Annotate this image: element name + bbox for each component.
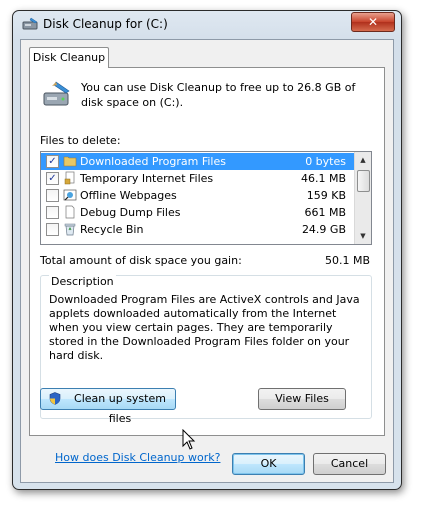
document-lock-icon: [63, 171, 77, 185]
file-name: Offline Webpages: [80, 189, 177, 202]
checkbox[interactable]: [46, 189, 59, 202]
total-space-label: Total amount of disk space you gain:: [40, 254, 242, 267]
window-title: Disk Cleanup for (C:): [43, 17, 168, 31]
list-item[interactable]: Recycle Bin 24.9 GB: [41, 221, 354, 238]
scroll-down-icon[interactable]: ▼: [355, 228, 371, 244]
uac-shield-icon: [49, 392, 61, 405]
file-size: 661 MB: [304, 206, 346, 219]
file-size: 0 bytes: [305, 155, 346, 168]
checkbox[interactable]: ✓: [46, 155, 59, 168]
list-item[interactable]: Offline Webpages 159 KB: [41, 187, 354, 204]
disk-cleanup-icon: [43, 81, 70, 106]
ok-button[interactable]: OK: [232, 453, 305, 475]
file-name: Temporary Internet Files: [80, 172, 214, 185]
file-name: Recycle Bin: [80, 223, 144, 236]
list-item[interactable]: Debug Dump Files 661 MB: [41, 204, 354, 221]
tab-disk-cleanup[interactable]: Disk Cleanup: [29, 47, 109, 68]
blank-document-icon: [63, 205, 77, 219]
checkbox[interactable]: ✓: [46, 172, 59, 185]
scroll-thumb[interactable]: [357, 170, 370, 192]
files-to-delete-label: Files to delete:: [40, 134, 121, 147]
title-bar[interactable]: Disk Cleanup for (C:) ✕: [13, 11, 401, 37]
file-name: Downloaded Program Files: [80, 155, 226, 168]
close-icon: ✕: [367, 15, 379, 29]
file-name: Debug Dump Files: [80, 206, 181, 219]
checkbox[interactable]: [46, 223, 59, 236]
list-item[interactable]: ✓ Temporary Internet Files 46.1 MB: [41, 170, 354, 187]
description-title: Description: [49, 275, 116, 288]
folder-icon: [63, 154, 77, 168]
offline-webpage-icon: [63, 188, 77, 202]
total-space-value: 50.1 MB: [324, 254, 370, 267]
close-button[interactable]: ✕: [351, 12, 395, 32]
disk-cleanup-window: Disk Cleanup for (C:) ✕ Disk Cleanup You…: [12, 10, 402, 490]
file-size: 159 KB: [306, 189, 346, 202]
intro-text: You can use Disk Cleanup to free up to 2…: [81, 81, 356, 109]
clean-up-system-files-label: Clean up system files: [74, 392, 166, 425]
description-text: Downloaded Program Files are ActiveX con…: [49, 293, 360, 362]
file-size: 24.9 GB: [301, 223, 346, 236]
tab-panel: You can use Disk Cleanup to free up to 2…: [29, 67, 385, 450]
scroll-up-icon[interactable]: ▲: [355, 152, 371, 168]
disk-cleanup-icon: [22, 17, 38, 30]
list-scrollbar[interactable]: ▲ ▼: [354, 152, 371, 244]
list-item[interactable]: ✓ Downloaded Program Files 0 bytes: [41, 153, 354, 170]
recycle-bin-icon: [63, 222, 77, 236]
cancel-button[interactable]: Cancel: [313, 453, 386, 475]
help-link[interactable]: How does Disk Cleanup work?: [55, 451, 220, 464]
file-size: 46.1 MB: [300, 172, 346, 185]
dialog-body: Disk Cleanup You can use Disk Cleanup to…: [20, 39, 394, 483]
mouse-cursor-icon: [182, 429, 196, 450]
view-files-button[interactable]: View Files: [258, 388, 346, 410]
checkbox[interactable]: [46, 206, 59, 219]
files-list[interactable]: ✓ Downloaded Program Files 0 bytes ✓ Tem…: [40, 151, 372, 245]
clean-up-system-files-button[interactable]: Clean up system files: [40, 388, 176, 425]
